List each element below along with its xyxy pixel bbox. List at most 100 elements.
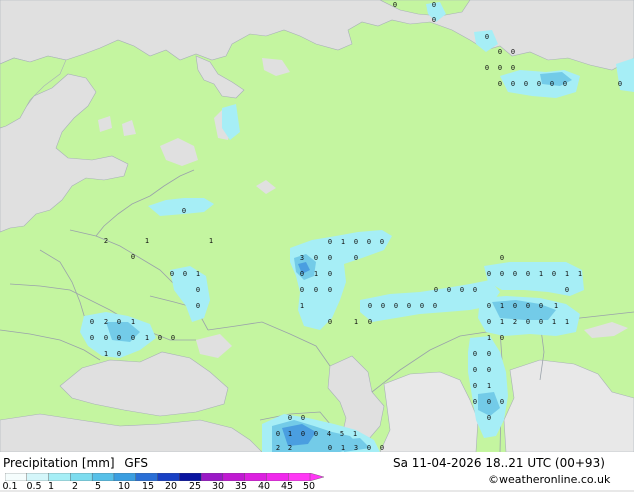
precip-value-label: 1 [288,430,292,438]
precip-value-label: 1 [209,237,213,245]
precip-value-label: 1 [145,334,149,342]
precip-value-label: 0 [432,16,436,24]
precip-value-label: 1 [578,270,582,278]
precip-value-label: 1 [131,318,135,326]
precip-value-label: 0 [367,238,371,246]
precip-value-label: 0 [498,48,502,56]
precip-value-label: 0 [182,207,186,215]
precip-value-label: 2 [288,444,292,452]
colorbar-tick-label: 25 [188,481,202,492]
precip-value-label: 4 [327,430,331,438]
precip-value-label: 1 [554,302,558,310]
precip-value-label: 0 [328,286,332,294]
precip-value-label: 1 [487,334,491,342]
precip-value-label: 3 [300,254,304,262]
precip-value-label: 0 [276,430,280,438]
colorbar-segment [135,473,159,481]
precip-value-label: 0 [328,270,332,278]
precip-value-label: 1 [341,238,345,246]
precip-value-label: 0 [196,302,200,310]
precip-value-label: 0 [618,80,622,88]
precip-value-label: 0 [117,334,121,342]
colorbar-tick-label: 1 [47,481,55,492]
precip-value-label: 0 [117,318,121,326]
precip-value-label: 0 [487,350,491,358]
colorbar-segment [200,473,224,481]
colorbar-tick-label: 5 [94,481,102,492]
model-name: GFS [124,456,148,470]
precip-value-label: 0 [500,398,504,406]
precip-value-label: 0 [511,80,515,88]
precip-value-label: 0 [393,1,397,9]
precip-value-label: 0 [420,302,424,310]
precip-value-label: 0 [354,238,358,246]
precip-value-label: 0 [328,318,332,326]
colorbar-tick-label: 15 [141,481,155,492]
precip-value-label: 0 [526,318,530,326]
colorbar-segment [70,473,93,481]
colorbar-tick-label: 10 [117,481,131,492]
precip-value-label: 0 [511,64,515,72]
precip-value-label: 1 [354,318,358,326]
colorbar-segment [222,473,246,481]
precip-value-label: 0 [473,382,477,390]
colorbar-tick-label: 30 [211,481,225,492]
precip-value-label: 0 [563,80,567,88]
precip-value-label: 0 [117,350,121,358]
precip-value-label: 0 [539,318,543,326]
precip-value-label: 0 [381,302,385,310]
precip-value-label: 0 [447,286,451,294]
precip-value-label: 0 [131,253,135,261]
precip-value-label: 1 [314,270,318,278]
precip-value-label: 0 [314,430,318,438]
colorbar-segment [244,473,267,481]
precip-value-label: 0 [380,238,384,246]
precip-value-label: 0 [487,302,491,310]
precip-value-label: 0 [354,254,358,262]
precip-value-label: 0 [550,80,554,88]
precip-value-label: 0 [301,430,305,438]
forecast-datetime: Sa 11-04-2026 18..21 UTC (00+93) [393,456,605,470]
precip-value-label: 5 [340,430,344,438]
precip-value-label: 0 [485,33,489,41]
precip-value-label: 0 [380,444,384,452]
precip-value-label: 0 [433,302,437,310]
precip-value-label: 0 [473,350,477,358]
precip-value-label: 0 [328,238,332,246]
precip-value-label: 0 [432,1,436,9]
precip-value-label: 0 [90,334,94,342]
precip-value-label: 2 [276,444,280,452]
colorbar-segment [179,473,202,481]
precip-value-label: 0 [487,398,491,406]
colorbar-segment [26,473,50,481]
precip-value-label: 0 [394,302,398,310]
precip-value-label: 0 [498,80,502,88]
precip-value-label: 0 [487,414,491,422]
precip-value-label: 1 [552,318,556,326]
colorbar-segment [266,473,289,481]
precip-value-label: 0 [301,414,305,422]
precip-value-label: 0 [473,286,477,294]
precip-value-label: 0 [526,270,530,278]
precip-value-label: 0 [434,286,438,294]
site-credit: ©weatheronline.co.uk [488,473,611,486]
precip-value-label: 1 [539,270,543,278]
precip-value-label: 2 [104,318,108,326]
precip-value-label: 0 [367,444,371,452]
colorbar-tick-label: 0.1 [2,481,18,492]
precip-value-label: 0 [368,318,372,326]
colorbar-segment [91,473,115,481]
colorbar-tick-label: 0.5 [26,481,42,492]
precip-value-label: 0 [328,254,332,262]
colorbar-segment [288,473,311,481]
precip-value-label: 0 [565,286,569,294]
precip-value-label: 1 [565,270,569,278]
precip-value-label: 0 [171,334,175,342]
colorbar-segment [157,473,180,481]
precip-value-label: 2 [104,237,108,245]
colorbar-tick-label: 50 [302,481,316,492]
precip-value-label: 0 [104,334,108,342]
precip-value-label: 0 [328,444,332,452]
precip-value-label: 0 [487,318,491,326]
precip-value-label: 0 [300,286,304,294]
